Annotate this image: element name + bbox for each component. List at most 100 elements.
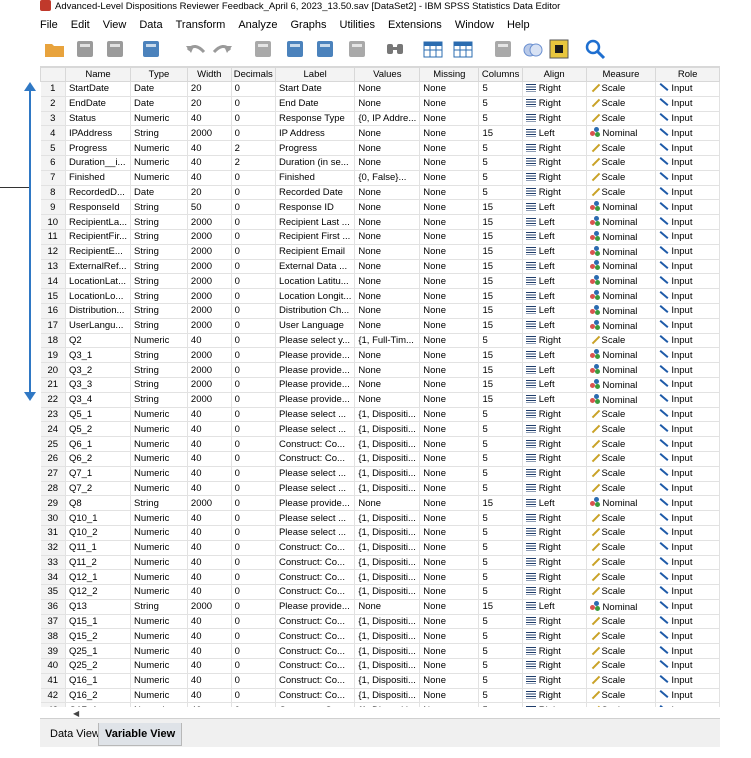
- cell-role[interactable]: Input: [655, 259, 720, 275]
- cell-label[interactable]: Please provide...: [275, 347, 356, 364]
- cell-values[interactable]: {1, Dispositi...: [354, 525, 421, 541]
- cell-missing[interactable]: None: [419, 111, 480, 127]
- cell-label[interactable]: Construct: Co...: [275, 451, 356, 467]
- cell-name[interactable]: Q15_2: [65, 628, 132, 645]
- cell-label[interactable]: Construct: Co...: [275, 555, 356, 571]
- cell-role[interactable]: Input: [655, 628, 720, 645]
- cell-decimals[interactable]: 0: [231, 658, 276, 674]
- cell-name[interactable]: Q8: [65, 495, 132, 512]
- cell-type[interactable]: String: [130, 244, 188, 260]
- table-row[interactable]: 26 Q6_2 Numeric 40 0 Construct: Co... {1, Disp…: [40, 451, 720, 467]
- cell-values[interactable]: None: [354, 199, 421, 216]
- cell-align[interactable]: Right: [522, 451, 587, 467]
- cell-values[interactable]: None: [354, 96, 421, 112]
- table-row[interactable]: 32 Q11_1 Numeric 40 0 Construct: Co... {1, Dis…: [40, 540, 720, 556]
- cell-role[interactable]: Input: [655, 584, 720, 600]
- cell-decimals[interactable]: 2: [231, 140, 276, 156]
- cell-measure[interactable]: Scale: [586, 436, 657, 452]
- menu-extensions[interactable]: Extensions: [388, 16, 442, 34]
- cell-width[interactable]: 20: [187, 96, 232, 112]
- cell-columns[interactable]: 15: [478, 229, 523, 245]
- cell-values[interactable]: None: [354, 362, 421, 378]
- table-row[interactable]: 7 Finished Numeric 40 0 Finished {0, False}...…: [40, 170, 720, 186]
- cell-missing[interactable]: None: [419, 525, 480, 541]
- cell-role[interactable]: Input: [655, 96, 720, 112]
- cell-missing[interactable]: None: [419, 229, 480, 245]
- cell-label[interactable]: Construct: Co...: [275, 658, 356, 674]
- cell-align[interactable]: Right: [522, 525, 587, 541]
- cell-decimals[interactable]: 0: [231, 525, 276, 541]
- cell-role[interactable]: Input: [655, 362, 720, 378]
- cell-missing[interactable]: None: [419, 244, 480, 260]
- cell-decimals[interactable]: 0: [231, 392, 276, 408]
- cell-columns[interactable]: 15: [478, 214, 523, 230]
- cell-name[interactable]: Q16_1: [65, 673, 132, 689]
- table-row[interactable]: 11 RecipientFir... String 2000 0 Recipient Fi…: [40, 229, 720, 245]
- cell-label[interactable]: Construct: Co...: [275, 584, 356, 600]
- cell-measure[interactable]: Scale: [586, 688, 657, 704]
- cell-columns[interactable]: 15: [478, 495, 523, 512]
- cell-missing[interactable]: None: [419, 377, 480, 393]
- cell-columns[interactable]: 5: [478, 81, 523, 97]
- cell-values[interactable]: {1, Dispositi...: [354, 421, 421, 438]
- cell-label[interactable]: Recipient Email: [275, 244, 356, 260]
- cell-missing[interactable]: None: [419, 569, 480, 586]
- cell-name[interactable]: Q12_2: [65, 584, 132, 600]
- table-row[interactable]: 31 Q10_2 Numeric 40 0 Please select ... {1, Di…: [40, 525, 720, 541]
- table-row[interactable]: 17 UserLangu... String 2000 0 User Language No…: [40, 318, 720, 334]
- cell-align[interactable]: Right: [522, 333, 587, 349]
- cell-rownum[interactable]: 11: [40, 229, 66, 245]
- cell-rownum[interactable]: 25: [40, 436, 66, 452]
- goto-case-icon[interactable]: [252, 38, 274, 60]
- cell-type[interactable]: Date: [130, 185, 188, 201]
- cell-decimals[interactable]: 0: [231, 584, 276, 600]
- cell-type[interactable]: Date: [130, 96, 188, 112]
- cell-rownum[interactable]: 4: [40, 125, 66, 142]
- cell-name[interactable]: StartDate: [65, 81, 132, 97]
- cell-name[interactable]: Q11_1: [65, 540, 132, 556]
- cell-columns[interactable]: 5: [478, 481, 523, 497]
- cell-type[interactable]: Numeric: [130, 436, 188, 452]
- cell-name[interactable]: Status: [65, 111, 132, 127]
- cell-label[interactable]: Construct: Co...: [275, 569, 356, 586]
- cell-role[interactable]: Input: [655, 702, 720, 707]
- cell-missing[interactable]: None: [419, 333, 480, 349]
- cell-label[interactable]: Recipient First ...: [275, 229, 356, 245]
- cell-width[interactable]: 2000: [187, 318, 232, 334]
- cell-label[interactable]: Please provide...: [275, 599, 356, 615]
- cell-width[interactable]: 40: [187, 466, 232, 482]
- table-row[interactable]: 30 Q10_1 Numeric 40 0 Please select ... {1, Di…: [40, 510, 720, 526]
- cell-type[interactable]: String: [130, 318, 188, 334]
- cell-rownum[interactable]: 13: [40, 259, 66, 275]
- cell-columns[interactable]: 5: [478, 407, 523, 423]
- cell-type[interactable]: Numeric: [130, 333, 188, 349]
- cell-label[interactable]: Distribution Ch...: [275, 303, 356, 319]
- cell-measure[interactable]: Nominal: [586, 303, 657, 319]
- cell-role[interactable]: Input: [655, 436, 720, 452]
- cell-label[interactable]: External Data ...: [275, 259, 356, 275]
- cell-width[interactable]: 2000: [187, 392, 232, 408]
- cell-measure[interactable]: Nominal: [586, 362, 657, 378]
- cell-type[interactable]: String: [130, 259, 188, 275]
- cell-name[interactable]: Q5_1: [65, 407, 132, 423]
- cell-values[interactable]: {0, IP Addre...: [354, 111, 421, 127]
- cell-align[interactable]: Right: [522, 584, 587, 600]
- cell-width[interactable]: 40: [187, 584, 232, 600]
- cell-type[interactable]: String: [130, 125, 188, 142]
- cell-decimals[interactable]: 0: [231, 614, 276, 630]
- cell-align[interactable]: Right: [522, 510, 587, 526]
- cell-columns[interactable]: 5: [478, 584, 523, 600]
- cell-align[interactable]: Right: [522, 140, 587, 156]
- cell-decimals[interactable]: 0: [231, 481, 276, 497]
- cell-measure[interactable]: Scale: [586, 643, 657, 660]
- cell-rownum[interactable]: 42: [40, 688, 66, 704]
- table-row[interactable]: 36 Q13 String 2000 0 Please provide... None Non…: [40, 599, 720, 615]
- cell-label[interactable]: Response ID: [275, 199, 356, 216]
- cell-align[interactable]: Left: [522, 377, 587, 393]
- cell-align[interactable]: Right: [522, 436, 587, 452]
- column-header-measure[interactable]: Measure: [585, 67, 657, 82]
- cell-columns[interactable]: 5: [478, 96, 523, 112]
- cell-rownum[interactable]: 14: [40, 273, 66, 290]
- cell-measure[interactable]: Scale: [586, 628, 657, 645]
- cell-role[interactable]: Input: [655, 170, 720, 186]
